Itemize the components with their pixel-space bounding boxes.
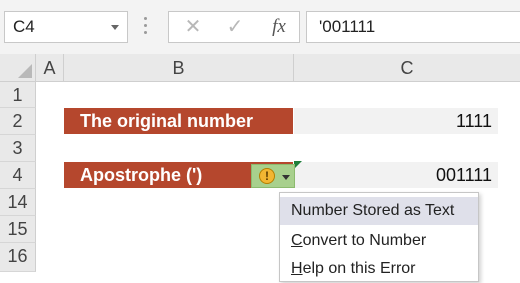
formula-input[interactable]: '001111 xyxy=(306,11,520,43)
cell-c4[interactable]: 001111 xyxy=(294,162,498,188)
formula-buttons: ✕ ✓ fx xyxy=(168,11,300,43)
row-header-4[interactable]: 4 xyxy=(0,162,36,189)
row-header-2[interactable]: 2 xyxy=(0,108,36,135)
drag-handle-icon[interactable] xyxy=(144,17,148,37)
formula-bar-area: C4 ✕ ✓ fx '001111 xyxy=(0,0,520,54)
row-header-3[interactable]: 3 xyxy=(0,135,36,162)
cell-b2[interactable]: The original number xyxy=(64,108,293,134)
error-check-button[interactable]: ! xyxy=(251,164,295,188)
column-header-b[interactable]: B xyxy=(64,54,294,82)
column-header-a[interactable]: A xyxy=(36,54,64,82)
menu-item-number-stored-as-text: Number Stored as Text xyxy=(280,197,478,225)
cancel-icon[interactable]: ✕ xyxy=(175,12,211,42)
chevron-down-icon[interactable] xyxy=(111,25,119,30)
column-header-c[interactable]: C xyxy=(294,54,520,82)
row-header-15[interactable]: 15 xyxy=(0,216,36,243)
select-all-icon xyxy=(18,64,32,78)
enter-icon[interactable]: ✓ xyxy=(217,12,253,42)
name-box-value: C4 xyxy=(13,17,35,36)
row-header-1[interactable]: 1 xyxy=(0,82,36,108)
warning-icon: ! xyxy=(259,168,275,184)
row-header-14[interactable]: 14 xyxy=(0,189,36,216)
select-all-button[interactable] xyxy=(0,54,36,82)
name-box[interactable]: C4 xyxy=(4,11,128,43)
error-options-menu: Number Stored as Text Convert to Number … xyxy=(279,192,479,282)
cell-c2[interactable]: 1111 xyxy=(294,108,498,134)
menu-item-help-on-error[interactable]: Help on this Error xyxy=(280,255,478,283)
error-indicator-icon xyxy=(294,161,302,169)
row-header-16[interactable]: 16 xyxy=(0,243,36,272)
insert-function-icon[interactable]: fx xyxy=(261,12,297,42)
menu-item-convert-to-number[interactable]: Convert to Number xyxy=(280,227,478,255)
chevron-down-icon xyxy=(282,175,290,180)
